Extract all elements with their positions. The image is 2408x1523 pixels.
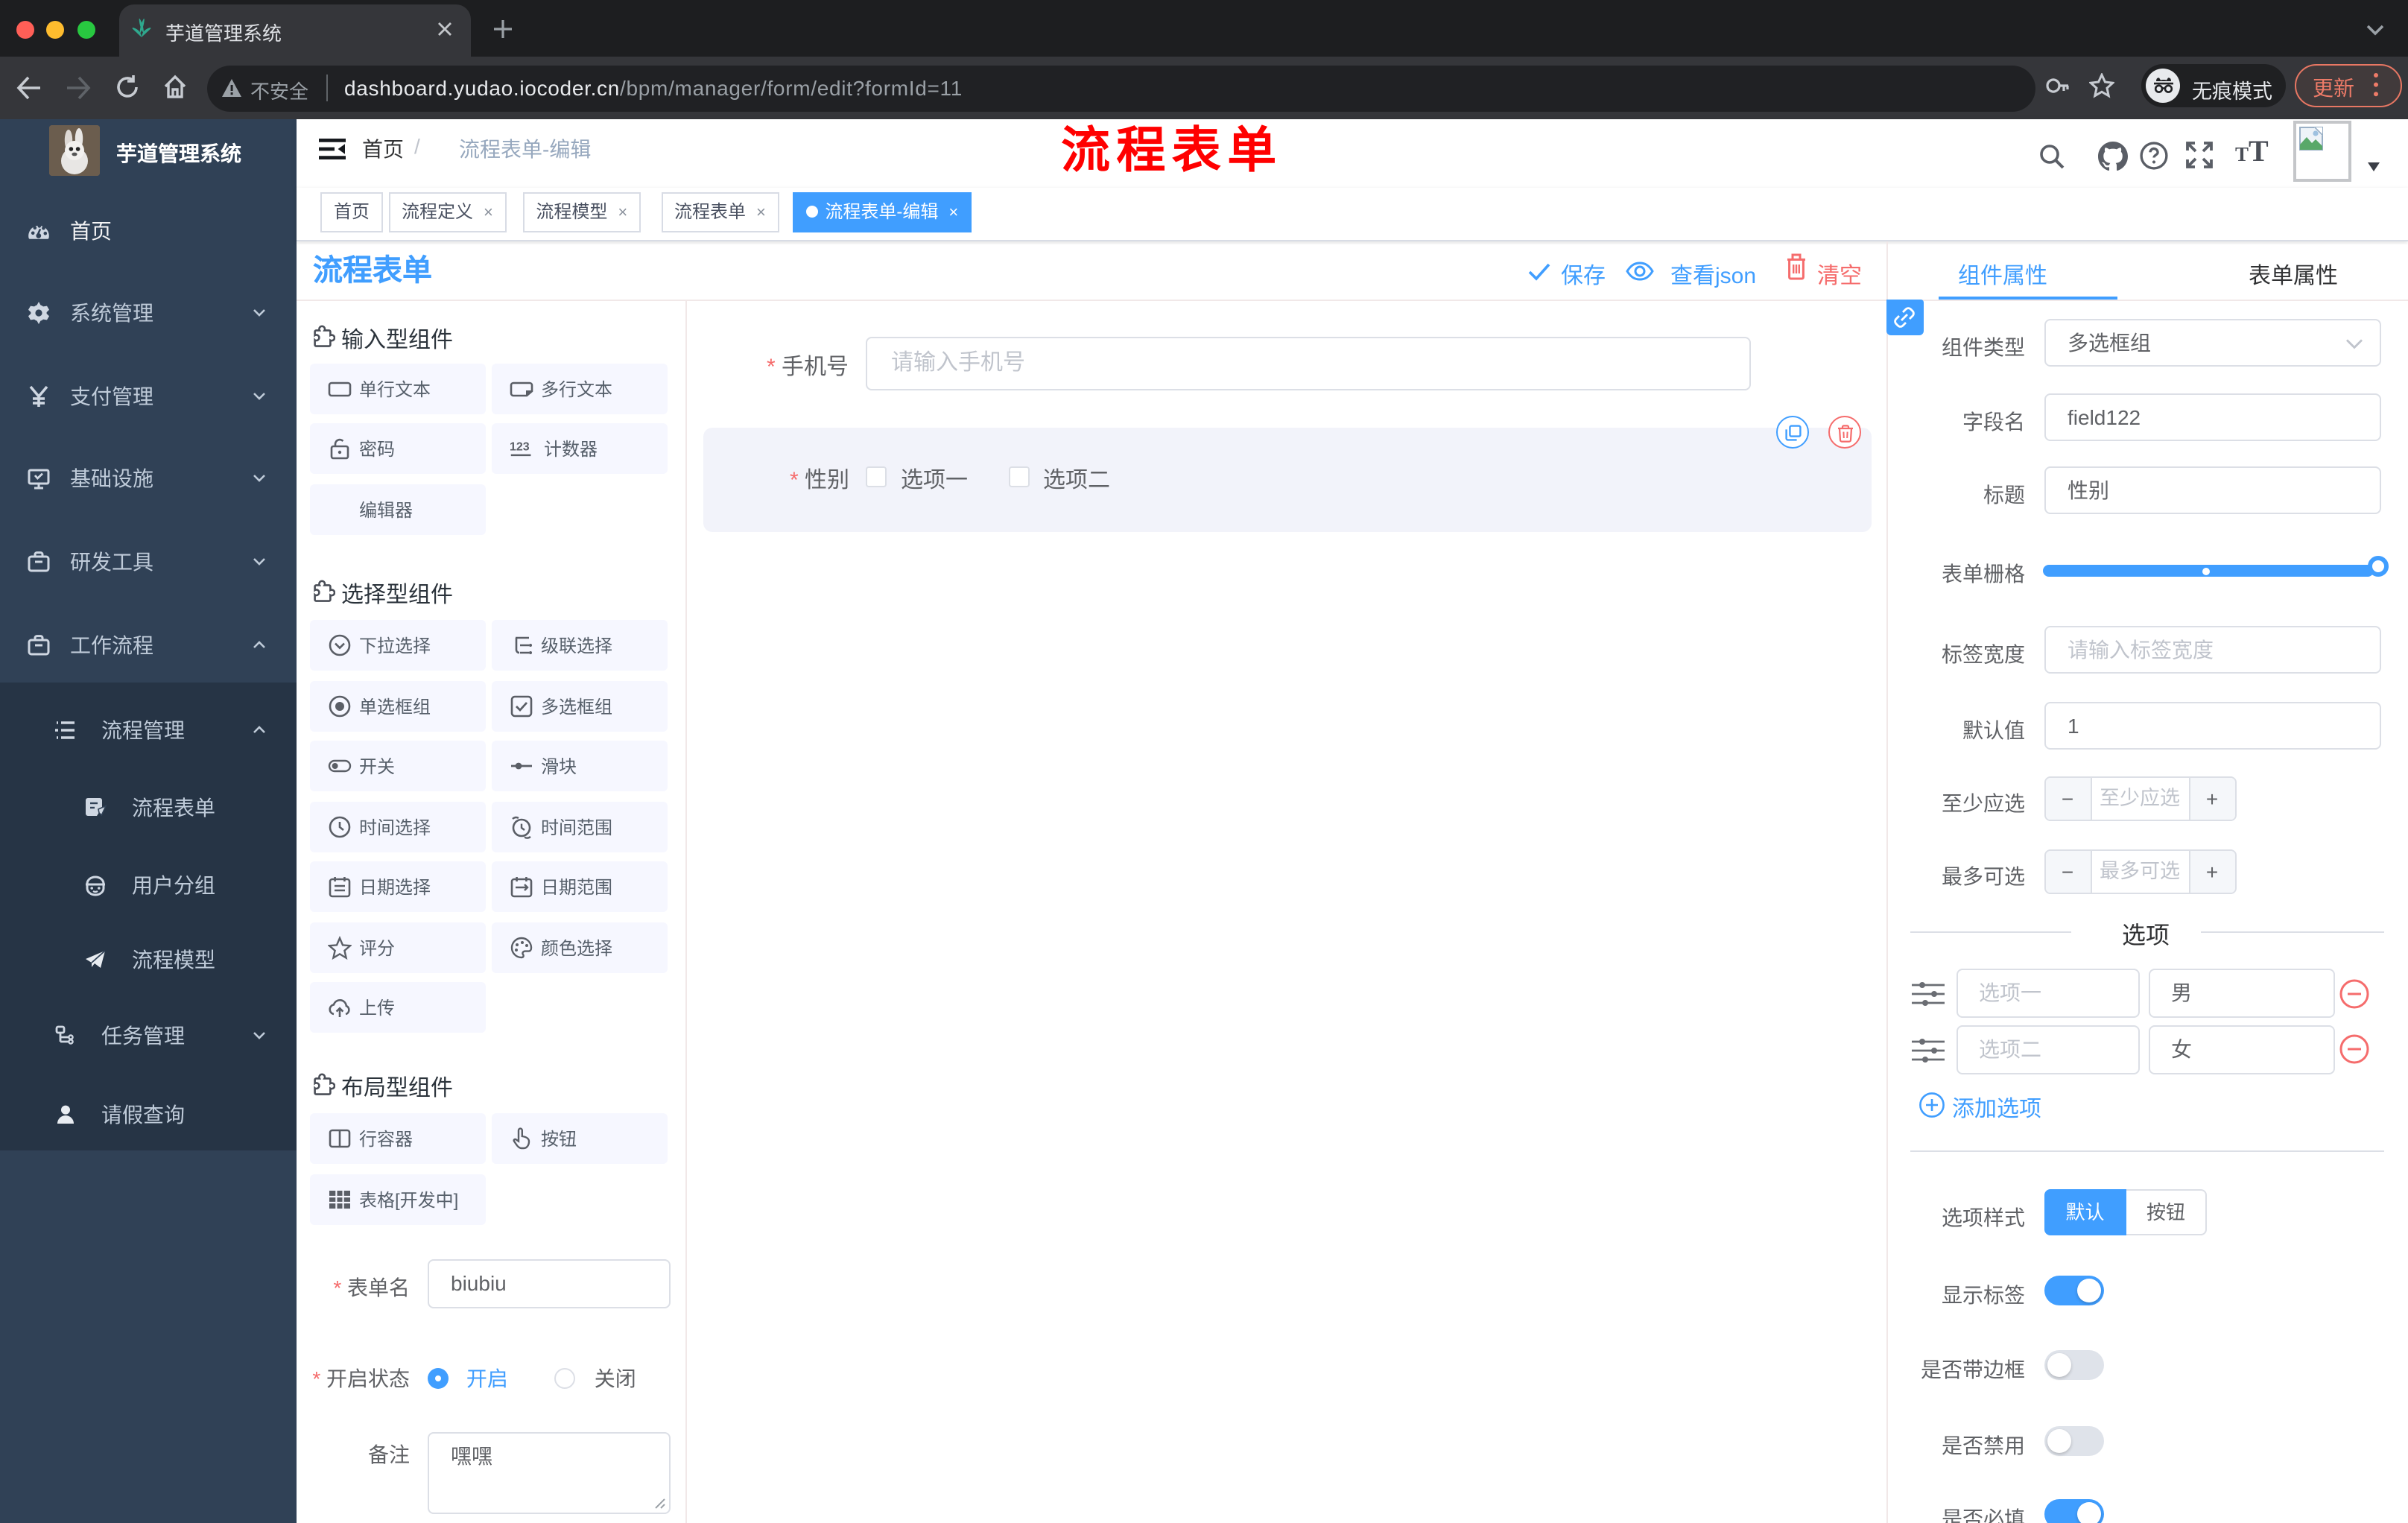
svg-text:123: 123 xyxy=(510,441,530,454)
